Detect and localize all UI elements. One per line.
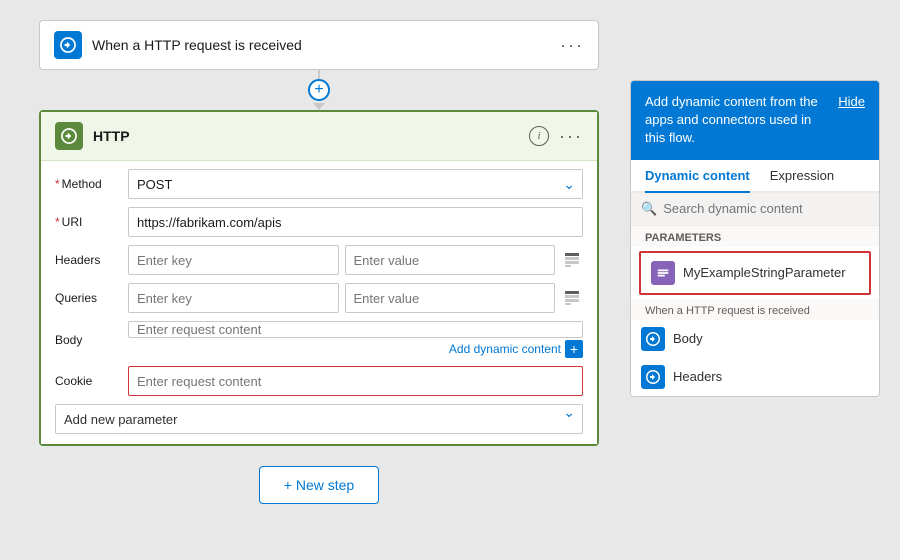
body-input[interactable] — [128, 321, 583, 338]
headers-inputs — [128, 245, 583, 275]
add-param-row: Add new parameter ⌄ — [55, 404, 583, 434]
trigger-icon — [54, 31, 82, 59]
http-icon — [55, 122, 83, 150]
method-required: * — [55, 177, 60, 191]
queries-label: Queries — [55, 291, 120, 305]
method-select-wrapper[interactable]: POST GET PUT DELETE PATCH ⌄ — [128, 169, 583, 199]
flow-item-body-icon — [641, 327, 665, 351]
param-name: MyExampleStringParameter — [683, 265, 846, 280]
headers-row: Headers — [55, 245, 583, 275]
info-icon[interactable]: i — [529, 126, 549, 146]
http-title: HTTP — [93, 128, 519, 144]
add-dynamic-link[interactable]: Add dynamic content — [449, 342, 561, 356]
http-card: HTTP i ··· *Method POST GET PU — [39, 110, 599, 446]
connector-arrow — [313, 103, 325, 110]
uri-required: * — [55, 215, 60, 229]
http-card-body: *Method POST GET PUT DELETE PATCH ⌄ — [41, 161, 597, 444]
trigger-menu-dots[interactable]: ··· — [560, 35, 584, 56]
search-dynamic-input[interactable] — [663, 201, 869, 216]
method-select[interactable]: POST GET PUT DELETE PATCH — [128, 169, 583, 199]
headers-label: Headers — [55, 253, 120, 267]
search-box: 🔍 — [631, 193, 879, 226]
add-dynamic-row: Add dynamic content + — [128, 340, 583, 358]
new-step-label: + New step — [284, 477, 354, 493]
flow-item-headers-icon — [641, 365, 665, 389]
body-label: Body — [55, 333, 120, 347]
http-trigger-svg — [59, 36, 77, 54]
param-item-myexamplestring[interactable]: MyExampleStringParameter — [639, 251, 871, 295]
method-label: *Method — [55, 177, 120, 191]
flow-item-body-label: Body — [673, 331, 703, 346]
connector-line-top — [318, 70, 320, 79]
http-header-actions: i ··· — [529, 126, 583, 147]
trigger-card: When a HTTP request is received ··· — [39, 20, 599, 70]
http-menu-dots[interactable]: ··· — [559, 126, 583, 147]
dynamic-tabs: Dynamic content Expression — [631, 160, 879, 193]
connector: + — [308, 70, 330, 110]
uri-row: *URI — [55, 207, 583, 237]
body-row: Body Add dynamic content + — [55, 321, 583, 358]
param-svg-icon — [656, 266, 670, 280]
cookie-label: Cookie — [55, 374, 120, 388]
add-param-wrapper[interactable]: Add new parameter ⌄ — [55, 404, 583, 434]
flow-item-body[interactable]: Body — [631, 320, 879, 358]
dynamic-content-panel: Add dynamic content from the apps and co… — [630, 80, 880, 397]
flow-headers-svg — [645, 369, 661, 385]
http-svg — [60, 127, 78, 145]
cookie-input[interactable] — [128, 366, 583, 396]
param-icon — [651, 261, 675, 285]
headers-value-input[interactable] — [345, 245, 556, 275]
hide-button[interactable]: Hide — [838, 93, 865, 111]
flow-item-headers-label: Headers — [673, 369, 722, 384]
headers-key-input[interactable] — [128, 245, 339, 275]
tab-dynamic-content[interactable]: Dynamic content — [645, 160, 750, 193]
dynamic-panel-header: Add dynamic content from the apps and co… — [631, 81, 879, 160]
search-icon: 🔍 — [641, 201, 657, 217]
trigger-section-label: When a HTTP request is received — [631, 299, 879, 320]
queries-value-input[interactable] — [345, 283, 556, 313]
queries-key-input[interactable] — [128, 283, 339, 313]
queries-table-icon[interactable] — [561, 287, 583, 309]
headers-table-icon[interactable] — [561, 249, 583, 271]
new-step-button[interactable]: + New step — [259, 466, 379, 504]
add-param-select[interactable]: Add new parameter — [55, 404, 583, 434]
tab-expression[interactable]: Expression — [770, 160, 834, 193]
queries-inputs — [128, 283, 583, 313]
http-card-header: HTTP i ··· — [41, 112, 597, 161]
body-wrapper: Add dynamic content + — [128, 321, 583, 358]
queries-row: Queries — [55, 283, 583, 313]
flow-item-headers[interactable]: Headers — [631, 358, 879, 396]
add-dynamic-button[interactable]: + — [565, 340, 583, 358]
method-row: *Method POST GET PUT DELETE PATCH ⌄ — [55, 169, 583, 199]
uri-input[interactable] — [128, 207, 583, 237]
add-step-button[interactable]: + — [308, 79, 330, 101]
parameters-section-label: Parameters — [631, 226, 879, 247]
trigger-title: When a HTTP request is received — [92, 37, 550, 53]
dynamic-panel-header-text: Add dynamic content from the apps and co… — [645, 93, 830, 148]
flow-body-svg — [645, 331, 661, 347]
uri-label: *URI — [55, 215, 120, 229]
cookie-row: Cookie — [55, 366, 583, 396]
